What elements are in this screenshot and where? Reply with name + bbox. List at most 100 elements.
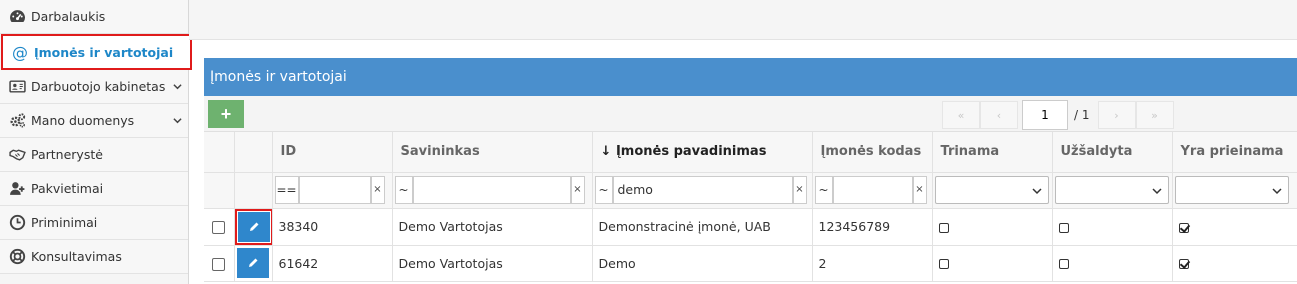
owner-filter-operator[interactable]: ~ <box>394 176 413 204</box>
pagination: « ‹ / 1 › » <box>942 100 1174 130</box>
page-number-input[interactable] <box>1022 100 1068 130</box>
handshake-icon <box>8 146 26 164</box>
col-name-label: Įmonės pavadinimas <box>615 144 767 160</box>
panel-title: Įmonės ir vartotojai <box>204 58 1297 96</box>
col-id-header[interactable]: ID <box>272 132 393 173</box>
edit-highlight <box>234 208 271 244</box>
name-filter-operator[interactable]: ~ <box>594 176 613 204</box>
pencil-icon <box>249 222 258 231</box>
row-select-cell <box>204 208 235 246</box>
pencil-icon <box>249 258 258 267</box>
sidebar-item-label: Įmonės ir vartotojai <box>34 44 174 60</box>
id-card-icon <box>8 78 26 96</box>
table-row[interactable]: 38340 Demo Vartotojas Demonstracinė įmon… <box>204 208 1297 246</box>
clock-icon <box>8 214 26 232</box>
sidebar-item-imones-ir-vartotojai[interactable]: @ Įmonės ir vartotojai <box>1 34 192 70</box>
sort-desc-icon: ↓ <box>600 144 612 160</box>
owner-filter-clear[interactable]: × <box>570 176 585 204</box>
filter-owner: ~ × <box>392 172 593 209</box>
sidebar-item-mano-duomenys[interactable]: Mano duomenys <box>0 104 188 138</box>
col-code-header[interactable]: Įmonės kodas <box>812 132 933 173</box>
cell-code: 123456789 <box>812 208 933 246</box>
col-select-header <box>204 132 235 173</box>
filter-frozen <box>1052 172 1173 209</box>
name-filter-input[interactable]: demo <box>612 176 793 204</box>
deleted-filter-select[interactable] <box>934 176 1049 204</box>
col-deleted-header[interactable]: Trinama <box>932 132 1053 173</box>
next-page-button[interactable]: › <box>1097 101 1136 129</box>
edit-button[interactable] <box>237 248 269 278</box>
available-filter-select[interactable] <box>1174 176 1289 204</box>
cell-available <box>1172 245 1297 282</box>
filter-empty <box>204 172 235 209</box>
row-edit-cell <box>234 208 273 246</box>
filter-empty <box>234 172 273 209</box>
sidebar-item-darbalaukis[interactable]: Darbalaukis <box>0 0 188 34</box>
sidebar-item-priminimai[interactable]: Priminimai <box>0 206 188 240</box>
col-name-header[interactable]: ↓ Įmonės pavadinimas <box>592 132 813 173</box>
code-filter-clear[interactable]: × <box>912 176 927 204</box>
name-filter-clear[interactable]: × <box>792 176 807 204</box>
filter-code: ~ × <box>812 172 933 209</box>
add-button[interactable]: + <box>208 100 244 128</box>
filter-id: == × <box>272 172 393 209</box>
code-filter-operator[interactable]: ~ <box>814 176 833 204</box>
sidebar-item-konsultavimas[interactable]: Konsultavimas <box>0 240 188 274</box>
row-select-checkbox[interactable] <box>212 221 226 234</box>
row-select-checkbox[interactable] <box>212 257 226 271</box>
frozen-filter-select[interactable] <box>1054 176 1169 204</box>
col-frozen-header[interactable]: Užšaldyta <box>1052 132 1173 173</box>
row-select-cell <box>204 245 235 282</box>
sidebar-item-label: Darbalaukis <box>31 9 106 24</box>
prev-page-button[interactable]: ‹ <box>980 101 1018 129</box>
chevron-down-icon[interactable] <box>173 82 182 91</box>
chevron-down-icon <box>1031 188 1042 195</box>
sidebar-item-label: Darbuotojo kabinetas <box>31 79 166 94</box>
edit-button[interactable] <box>237 211 270 242</box>
chevron-down-icon[interactable] <box>173 116 182 125</box>
frozen-checkbox <box>1058 222 1069 233</box>
sidebar-item-darbuotojo-kabinetas[interactable]: Darbuotojo kabinetas <box>0 70 188 104</box>
cell-id: 61642 <box>272 245 393 282</box>
filter-name: ~ demo × <box>592 172 813 209</box>
sidebar-item-label: Pakvietimai <box>31 181 104 196</box>
cell-owner: Demo Vartotojas <box>392 208 593 246</box>
col-available-header[interactable]: Yra prieinama <box>1172 132 1297 173</box>
sidebar-item-label: Priminimai <box>31 215 98 230</box>
cell-code: 2 <box>812 245 933 282</box>
chevron-down-icon <box>1151 188 1162 195</box>
id-filter-input[interactable] <box>298 176 371 204</box>
at-icon: @ <box>12 42 28 62</box>
cell-frozen <box>1052 208 1173 246</box>
companies-table: ID Savininkas ↓ Įmonės pavadinimas Įmonė… <box>204 132 1297 282</box>
last-page-button[interactable]: » <box>1135 101 1174 129</box>
col-owner-header[interactable]: Savininkas <box>392 132 593 173</box>
dashboard-icon <box>8 8 26 26</box>
table-row[interactable]: 61642 Demo Vartotojas Demo 2 <box>204 245 1297 282</box>
cell-frozen <box>1052 245 1173 282</box>
available-checkbox <box>1178 259 1189 269</box>
cell-deleted <box>932 208 1053 246</box>
cell-name: Demo <box>592 245 813 282</box>
owner-filter-input[interactable] <box>412 176 571 204</box>
available-checkbox <box>1178 222 1189 233</box>
sidebar: Darbalaukis @ Įmonės ir vartotojai Darbu… <box>0 0 192 284</box>
id-filter-clear[interactable]: × <box>370 176 385 204</box>
sidebar-item-label: Konsultavimas <box>31 249 122 264</box>
cell-deleted <box>932 245 1053 282</box>
filter-row: == × ~ × ~ demo × ~ × <box>204 172 1297 209</box>
sidebar-item-label: Mano duomenys <box>31 113 135 128</box>
frozen-checkbox <box>1058 259 1069 269</box>
cell-available <box>1172 208 1297 246</box>
filter-deleted <box>932 172 1053 209</box>
companies-panel: Įmonės ir vartotojai + « ‹ / 1 › » ID Sa… <box>204 58 1297 284</box>
gears-icon <box>8 112 26 130</box>
grid-toolbar: + « ‹ / 1 › » <box>204 96 1297 132</box>
sidebar-item-partneryste[interactable]: Partnerystė <box>0 138 188 172</box>
page-total: / 1 <box>1074 108 1090 122</box>
id-filter-operator[interactable]: == <box>274 176 299 204</box>
lifebuoy-icon <box>8 248 26 266</box>
code-filter-input[interactable] <box>832 176 913 204</box>
first-page-button[interactable]: « <box>942 101 980 129</box>
sidebar-item-pakvietimai[interactable]: Pakvietimai <box>0 172 188 206</box>
